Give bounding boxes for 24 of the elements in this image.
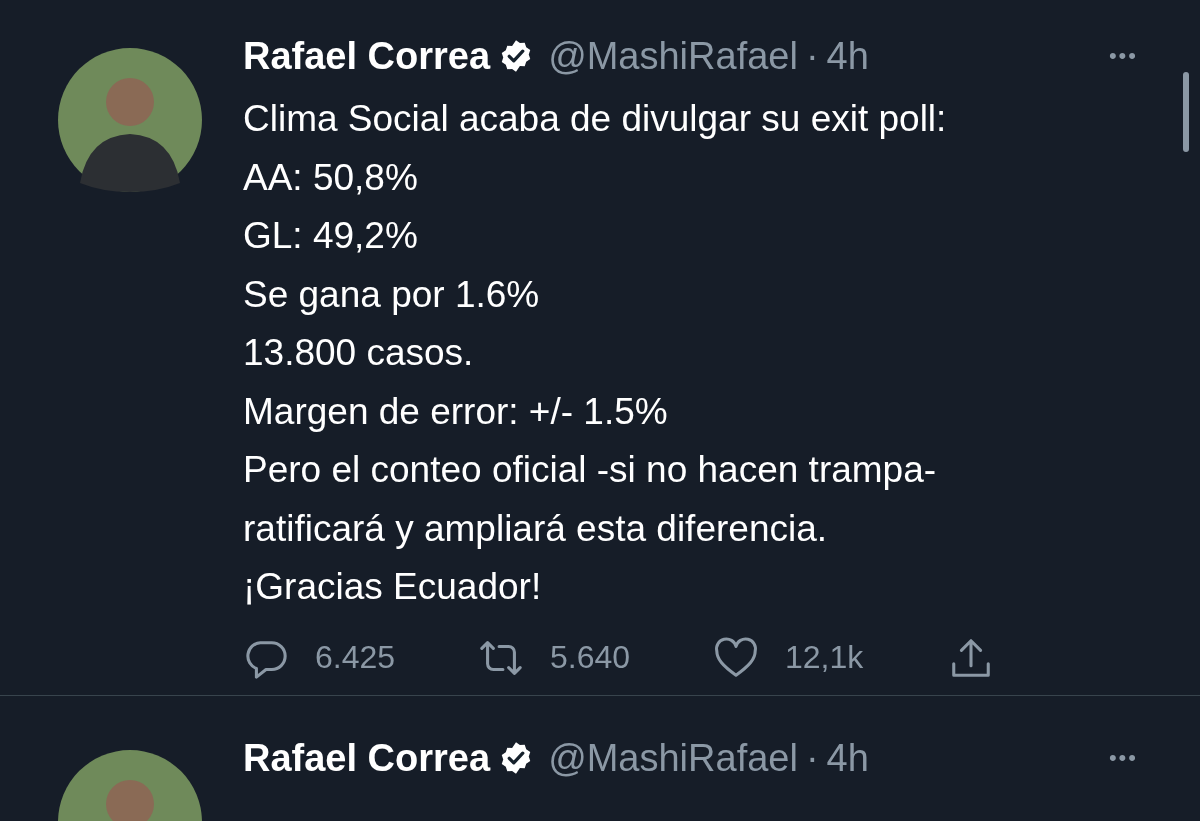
tweet-text-line: Se gana por 1.6% — [243, 272, 540, 317]
tweet-text-line: ¡Gracias Ecuador! — [243, 565, 542, 609]
stat-count: 12,1k — [785, 639, 864, 676]
tweet-text-line: Margen de error: +/- 1.5% — [243, 389, 668, 434]
more-button[interactable]: ••• — [1108, 43, 1138, 69]
more-button[interactable]: ••• — [1108, 745, 1138, 771]
tweet-text-line: AA: 50,8% — [243, 155, 418, 200]
timestamp[interactable]: 4h — [826, 736, 869, 780]
tweet-text-line: Pero el conteo oficial -si no hacen trampa- — [243, 448, 937, 492]
timestamp[interactable]: 4h — [826, 34, 869, 78]
scroll-bar[interactable] — [1183, 72, 1189, 152]
separator: · — [805, 736, 819, 780]
tweet-text-line: GL: 49,2% — [243, 214, 418, 258]
tweet-text-line: ratificará y ampliará esta diferencia. — [243, 506, 828, 551]
stat-count: 5.640 — [550, 639, 631, 676]
separator: · — [805, 34, 819, 78]
author-handle[interactable]: @MashiRafael — [548, 34, 798, 78]
author-name[interactable]: Rafael Correa — [243, 736, 491, 780]
author-handle[interactable]: @MashiRafael — [548, 736, 798, 780]
author-name[interactable]: Rafael Correa — [243, 34, 491, 78]
tweet-text-line: 13.800 casos. — [243, 331, 474, 375]
stat-count: 6.425 — [315, 639, 396, 676]
avatar[interactable] — [58, 48, 202, 192]
tweet-text-line: Clima Social acaba de divulgar su exit poll: — [243, 97, 947, 141]
